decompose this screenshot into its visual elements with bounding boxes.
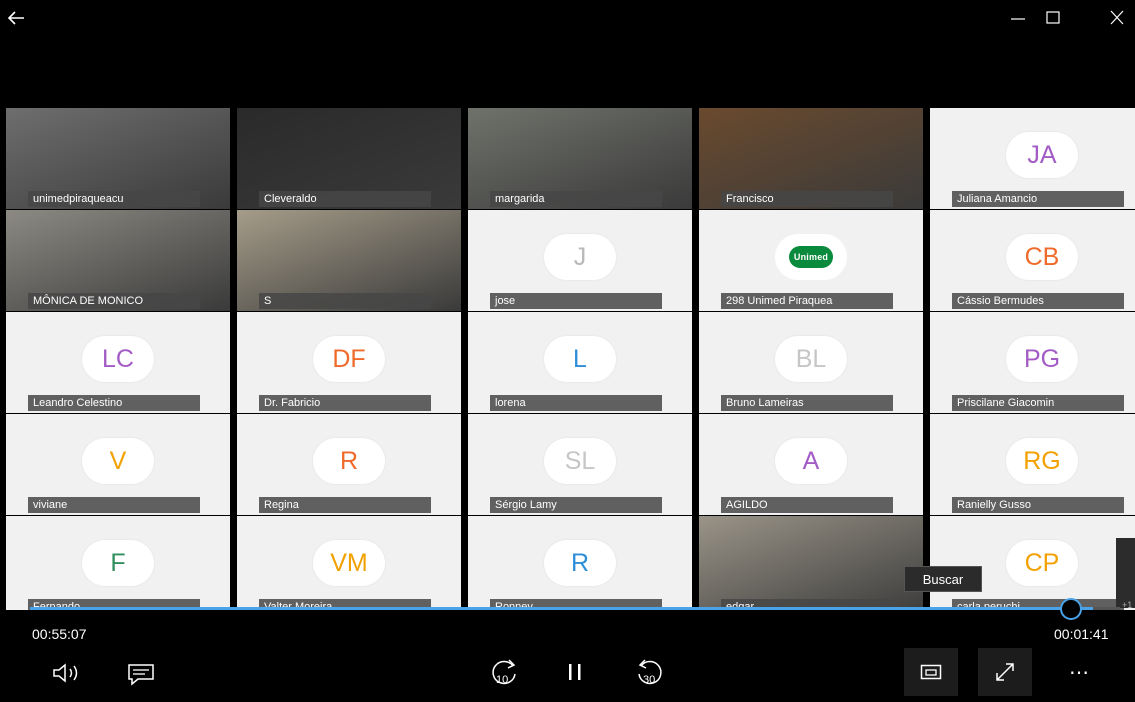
participant-tile[interactable]: margarida [468, 108, 692, 209]
rewind-10-button[interactable]: 10 [484, 654, 524, 690]
mini-view-button[interactable] [904, 648, 958, 696]
maximize-icon[interactable] [1042, 8, 1064, 28]
fullscreen-button[interactable] [978, 648, 1032, 696]
captions-icon [128, 664, 154, 686]
avatar-initials: BL [775, 336, 847, 382]
avatar-initials: DF [313, 336, 385, 382]
participant-tile[interactable]: VM Valter Moreira [237, 516, 461, 610]
pause-button[interactable] [560, 656, 590, 688]
participant-name: Regina [259, 497, 431, 513]
participant-name: unimedpiraqueacu [28, 191, 200, 207]
participant-name: jose [490, 293, 662, 309]
participant-name: Juliana Amancio [952, 191, 1124, 207]
avatar-initials: J [544, 234, 616, 280]
seek-bar-fill [30, 607, 1093, 610]
participant-name: AGILDO [721, 497, 893, 513]
avatar-initials: CP [1006, 540, 1078, 586]
avatar-initials: F [82, 540, 154, 586]
svg-text:10: 10 [496, 674, 508, 686]
participant-name: lorena [490, 395, 662, 411]
participant-tile[interactable]: Llorena [468, 312, 692, 413]
participant-tile[interactable]: R Ronney [468, 516, 692, 610]
title-bar [0, 0, 1135, 40]
participant-name: margarida [490, 191, 662, 207]
rewind-10-icon: 10 [492, 659, 516, 686]
participant-tile[interactable]: S [237, 210, 461, 311]
participant-tile[interactable]: Unimed 298 Unimed Piraquea [699, 210, 923, 311]
participant-tile[interactable]: F Fernando [6, 516, 230, 610]
participant-name: Dr. Fabricio [259, 395, 431, 411]
participant-name: Francisco [721, 191, 893, 207]
participant-name: Bruno Lameiras [721, 395, 893, 411]
video-feed [699, 516, 923, 610]
participant-tile[interactable]: Francisco [699, 108, 923, 209]
avatar-initials: RG [1006, 438, 1078, 484]
volume-button[interactable] [50, 658, 86, 688]
participant-tile[interactable]: CP carla peruchi [930, 516, 1135, 610]
avatar-initials: R [544, 540, 616, 586]
avatar-initials: R [313, 438, 385, 484]
avatar-initials: CB [1006, 234, 1078, 280]
participant-tile[interactable]: SL Sérgio Lamy [468, 414, 692, 515]
participant-grid: unimedpiraqueacu Cleveraldo margarida Franc… [6, 108, 1135, 610]
fullscreen-icon [996, 663, 1014, 681]
participant-name: Ranielly Gusso [952, 497, 1124, 513]
seek-bar[interactable] [30, 607, 1120, 610]
volume-icon [53, 663, 78, 683]
participant-tile[interactable]: A AGILDO [699, 414, 923, 515]
side-panel-edge [1116, 538, 1135, 608]
participant-name: Cleveraldo [259, 191, 431, 207]
avatar-initials: PG [1006, 336, 1078, 382]
extra-count-label: +1 [1122, 600, 1133, 610]
mini-view-icon [920, 664, 942, 680]
avatar-initials: SL [544, 438, 616, 484]
participant-name: Priscilane Giacomin [952, 395, 1124, 411]
avatar-initials: V [82, 438, 154, 484]
avatar-initials: L [544, 336, 616, 382]
avatar-initials: LC [82, 336, 154, 382]
pause-icon [569, 664, 581, 680]
participant-name: 298 Unimed Piraquea [721, 293, 893, 309]
participant-tile[interactable]: unimedpiraqueacu [6, 108, 230, 209]
participant-name: MÔNICA DE MONICO [28, 293, 200, 309]
seek-thumb[interactable] [1060, 598, 1082, 620]
search-tooltip: Buscar [904, 566, 982, 592]
elapsed-time: 00:55:07 [32, 626, 87, 642]
minimize-icon[interactable] [1007, 8, 1029, 28]
forward-30-button[interactable]: 30 [630, 654, 670, 690]
avatar-initials: JA [1006, 132, 1078, 178]
remaining-time: 00:01:41 [1054, 626, 1109, 642]
more-options-icon: ⋯ [1069, 661, 1091, 684]
participant-name: viviane [28, 497, 200, 513]
close-icon[interactable] [1106, 8, 1128, 28]
svg-text:30: 30 [643, 674, 655, 686]
avatar-initials: A [775, 438, 847, 484]
unimed-logo-text: Unimed [788, 246, 834, 268]
participant-tile[interactable]: PG Priscilane Giacomin [930, 312, 1135, 413]
forward-30-icon: 30 [638, 659, 662, 686]
participant-tile[interactable]: MÔNICA DE MONICO [6, 210, 230, 311]
participant-tile[interactable]: LC Leandro Celestino [6, 312, 230, 413]
participant-tile[interactable]: CB Cássio Bermudes [930, 210, 1135, 311]
participant-tile[interactable]: Vviviane [6, 414, 230, 515]
avatar-initials: VM [313, 540, 385, 586]
participant-name: Leandro Celestino [28, 395, 200, 411]
participant-tile[interactable]: DF Dr. Fabricio [237, 312, 461, 413]
participant-name: Cássio Bermudes [952, 293, 1124, 309]
participant-tile[interactable]: Jjose [468, 210, 692, 311]
participant-tile[interactable]: R Regina [237, 414, 461, 515]
participant-name: S [259, 293, 431, 309]
captions-button[interactable] [123, 659, 159, 689]
participant-tile[interactable]: edgar [699, 516, 923, 610]
arrow-left-icon[interactable] [6, 8, 26, 28]
participant-tile[interactable]: Cleveraldo [237, 108, 461, 209]
participant-tile[interactable]: RG Ranielly Gusso [930, 414, 1135, 515]
participant-tile[interactable]: BL Bruno Lameiras [699, 312, 923, 413]
participant-tile[interactable]: JA Juliana Amancio [930, 108, 1135, 209]
unimed-logo: Unimed [775, 234, 847, 280]
participant-name: Sérgio Lamy [490, 497, 662, 513]
more-options-button[interactable]: ⋯ [1060, 658, 1100, 686]
